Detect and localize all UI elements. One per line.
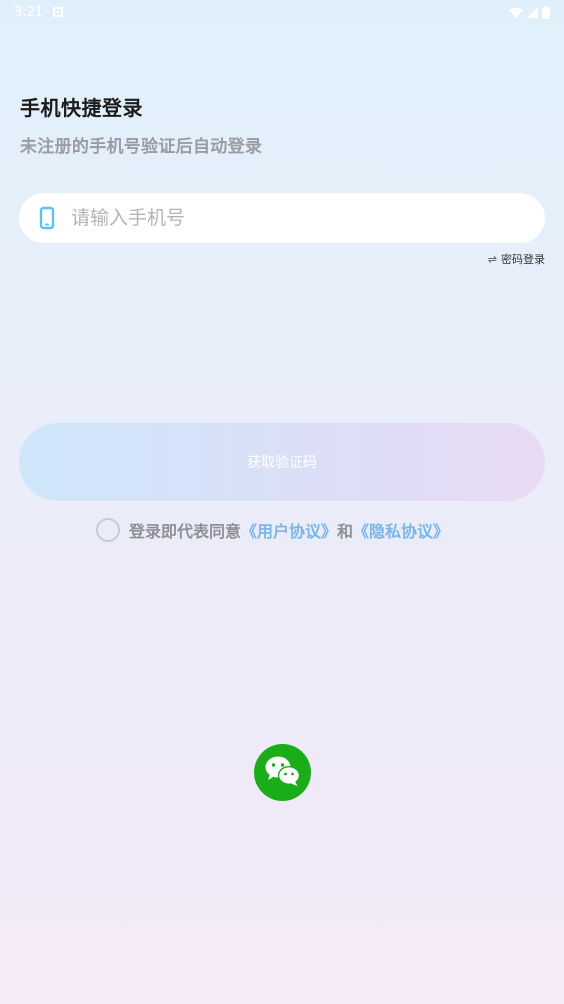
phone-icon bbox=[39, 206, 55, 230]
get-code-button[interactable]: 获取验证码 bbox=[19, 423, 545, 501]
password-login-link[interactable]: ⇌ 密码登录 bbox=[488, 251, 545, 267]
signal-icon bbox=[527, 6, 538, 18]
agreement-prefix: 登录即代表同意 bbox=[129, 522, 242, 541]
agreement-row: 登录即代表同意 《用户协议》 和 《隐私协议》 bbox=[96, 517, 449, 543]
phone-input[interactable] bbox=[71, 207, 491, 229]
wechat-icon bbox=[264, 755, 302, 791]
status-bar: 3:21 bbox=[0, 0, 564, 24]
page-subtitle: 未注册的手机号验证后自动登录 bbox=[20, 137, 263, 157]
agree-checkbox[interactable] bbox=[96, 518, 120, 542]
status-time: 3:21 bbox=[14, 4, 44, 20]
privacy-policy-link[interactable]: 《隐私协议》 bbox=[353, 518, 449, 542]
page-title: 手机快捷登录 bbox=[20, 96, 143, 120]
wifi-icon bbox=[509, 7, 523, 18]
battery-icon bbox=[542, 5, 550, 19]
status-left: 3:21 bbox=[14, 4, 64, 20]
password-login-label: 密码登录 bbox=[501, 253, 545, 266]
swap-icon: ⇌ bbox=[487, 252, 497, 266]
notification-icon bbox=[53, 7, 64, 17]
user-agreement-link[interactable]: 《用户协议》 bbox=[241, 518, 337, 542]
wechat-login-button[interactable] bbox=[254, 744, 311, 801]
phone-field[interactable] bbox=[19, 193, 545, 243]
status-right bbox=[509, 5, 550, 19]
agreement-conjunction: 和 bbox=[337, 522, 354, 541]
